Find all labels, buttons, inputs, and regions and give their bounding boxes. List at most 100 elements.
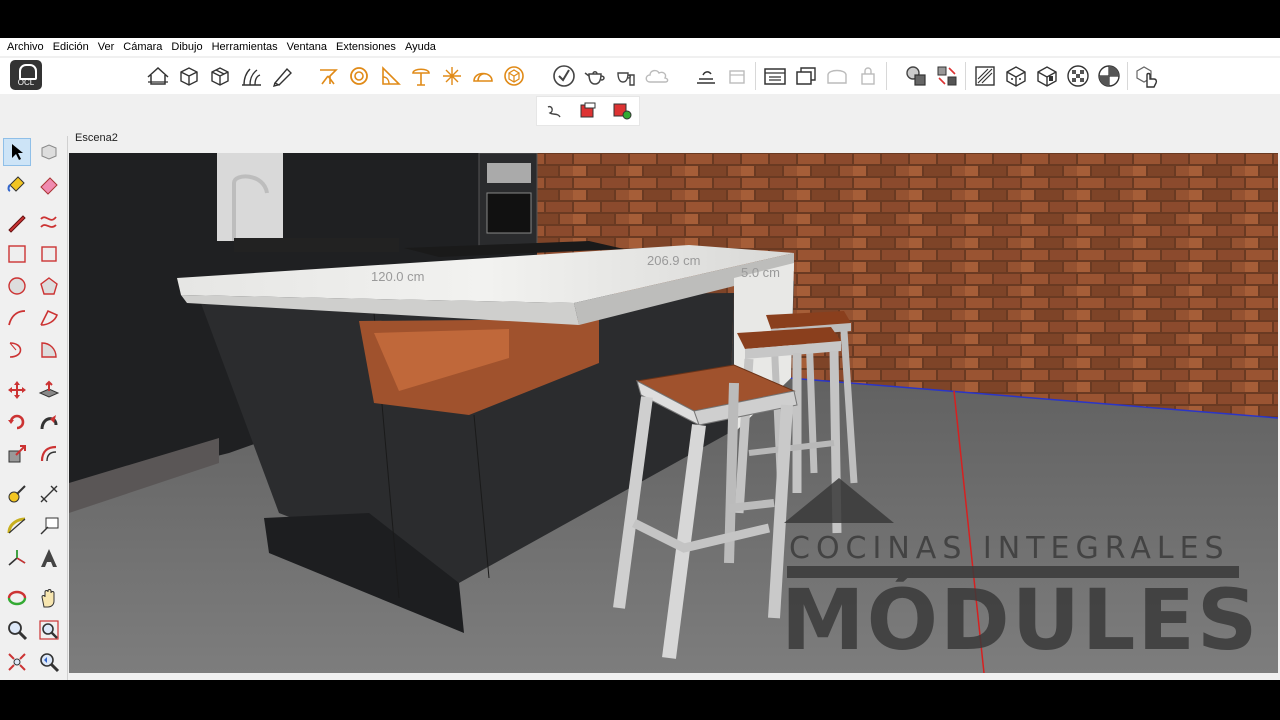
door-icon[interactable] [852, 61, 883, 91]
ring-icon[interactable] [343, 61, 374, 91]
dimension-icon[interactable] [35, 480, 63, 508]
cloud-icon[interactable] [641, 61, 672, 91]
frame-icon[interactable] [790, 61, 821, 91]
menu-ver[interactable]: Ver [95, 38, 121, 56]
menu-extensiones[interactable]: Extensiones [333, 38, 402, 56]
axes-icon[interactable] [3, 544, 31, 572]
menu-herramientas[interactable]: Herramientas [209, 38, 284, 56]
shapes-icon[interactable] [900, 61, 931, 91]
globe-grid-icon[interactable] [1093, 61, 1124, 91]
ocl-logo-button[interactable]: OCL [10, 60, 42, 90]
component-icon[interactable] [35, 138, 63, 166]
pie-icon[interactable] [35, 336, 63, 364]
cube-dots-icon[interactable] [1000, 61, 1031, 91]
brush-stroke-icon[interactable] [539, 96, 570, 126]
box-icon[interactable] [173, 61, 204, 91]
scene-tab-escena2[interactable]: Escena2 [69, 130, 124, 146]
menu-archivo[interactable]: Archivo [4, 38, 50, 56]
house-outline-icon[interactable] [142, 61, 173, 91]
tape-measure-icon[interactable] [3, 480, 31, 508]
circle-icon[interactable] [3, 272, 31, 300]
box-stack-icon[interactable] [204, 61, 235, 91]
mushroom-lamp-icon[interactable] [405, 61, 436, 91]
secondary-toolbar [536, 96, 640, 126]
dimension-label-1: 120.0 cm [371, 269, 424, 284]
toolbar-group-render [548, 58, 672, 94]
3d-text-icon[interactable] [35, 544, 63, 572]
check-circle-icon[interactable] [548, 61, 579, 91]
spark-icon[interactable] [436, 61, 467, 91]
zoom-icon[interactable] [3, 616, 31, 644]
tripod-icon[interactable] [312, 61, 343, 91]
follow-me-icon[interactable] [35, 408, 63, 436]
two-point-arc-icon[interactable] [35, 304, 63, 332]
logo-label: OCL [17, 78, 35, 87]
three-point-arc-icon[interactable] [3, 336, 31, 364]
toolbar-separator [755, 62, 756, 90]
arc-icon[interactable] [3, 304, 31, 332]
toolbar-group-tools [900, 58, 1162, 94]
orbit-icon[interactable] [3, 584, 31, 612]
dome-icon[interactable] [467, 61, 498, 91]
offset-icon[interactable] [35, 440, 63, 468]
rotated-rectangle-icon[interactable] [35, 240, 63, 268]
backsplash-marble [217, 153, 283, 241]
sphere-check-icon[interactable] [1062, 61, 1093, 91]
toolbar-separator [1127, 62, 1128, 90]
freehand-icon[interactable] [35, 208, 63, 236]
menu-dibujo[interactable]: Dibujo [168, 38, 208, 56]
menu-ayuda[interactable]: Ayuda [402, 38, 442, 56]
3d-viewport[interactable]: 120.0 cm 206.9 cm 5.0 cm COCINAS INTEGRA… [69, 153, 1278, 673]
toolbar-separator [886, 62, 887, 90]
bottom-black-bar [0, 680, 1280, 720]
protractor-icon[interactable] [3, 512, 31, 540]
bird-icon[interactable] [690, 61, 721, 91]
move-icon[interactable] [3, 376, 31, 404]
window-icon[interactable] [721, 61, 752, 91]
layers-icon[interactable] [821, 61, 852, 91]
menu-camara[interactable]: Cámara [120, 38, 168, 56]
red-component-icon[interactable] [573, 96, 604, 126]
pencil-cube-icon[interactable] [266, 61, 297, 91]
hand-pointer-icon[interactable] [1131, 61, 1162, 91]
zoom-window-icon[interactable] [35, 616, 63, 644]
rotate-icon[interactable] [3, 408, 31, 436]
menu-ventana[interactable]: Ventana [284, 38, 333, 56]
top-black-bar [0, 0, 1280, 38]
cube-hole-icon[interactable] [1031, 61, 1062, 91]
dimension-label-2: 206.9 cm [647, 253, 700, 268]
menu-edicion[interactable]: Edición [50, 38, 95, 56]
scale-icon[interactable] [3, 440, 31, 468]
main-toolbar: OCL [0, 58, 1280, 94]
left-tool-palette [0, 136, 68, 680]
toolbar-group-modeling [142, 58, 297, 94]
plants-icon[interactable] [235, 61, 266, 91]
polygon-icon[interactable] [35, 272, 63, 300]
menu-bar: Archivo Edición Ver Cámara Dibujo Herram… [0, 38, 1280, 56]
select-arrow-icon[interactable] [3, 138, 31, 166]
toolbar-group-gray [690, 58, 890, 94]
slope-icon[interactable] [374, 61, 405, 91]
teapot-icon[interactable] [579, 61, 610, 91]
watermark-line1: COCINAS INTEGRALES [789, 531, 1230, 566]
red-green-component-icon[interactable] [607, 96, 638, 126]
paint-bucket-icon[interactable] [3, 170, 31, 198]
viewport-scene: 120.0 cm 206.9 cm 5.0 cm COCINAS INTEGRA… [69, 153, 1278, 673]
rectangle-icon[interactable] [3, 240, 31, 268]
watermark-line2: MÓDULES [781, 571, 1259, 669]
pan-hand-icon[interactable] [35, 584, 63, 612]
arrows-grid-icon[interactable] [931, 61, 962, 91]
brush-icon[interactable] [969, 61, 1000, 91]
pencil-line-icon[interactable] [3, 208, 31, 236]
orange-cube-icon[interactable] [498, 61, 529, 91]
push-pull-icon[interactable] [35, 376, 63, 404]
oven-panel [487, 163, 531, 183]
eraser-icon[interactable] [35, 170, 63, 198]
zoom-extents-icon[interactable] [3, 648, 31, 676]
text-label-icon[interactable] [35, 512, 63, 540]
sketchup-window: Archivo Edición Ver Cámara Dibujo Herram… [0, 38, 1280, 680]
previous-view-icon[interactable] [35, 648, 63, 676]
toolbar-group-orange [312, 58, 529, 94]
hand-cup-icon[interactable] [610, 61, 641, 91]
stairs-icon[interactable] [759, 61, 790, 91]
